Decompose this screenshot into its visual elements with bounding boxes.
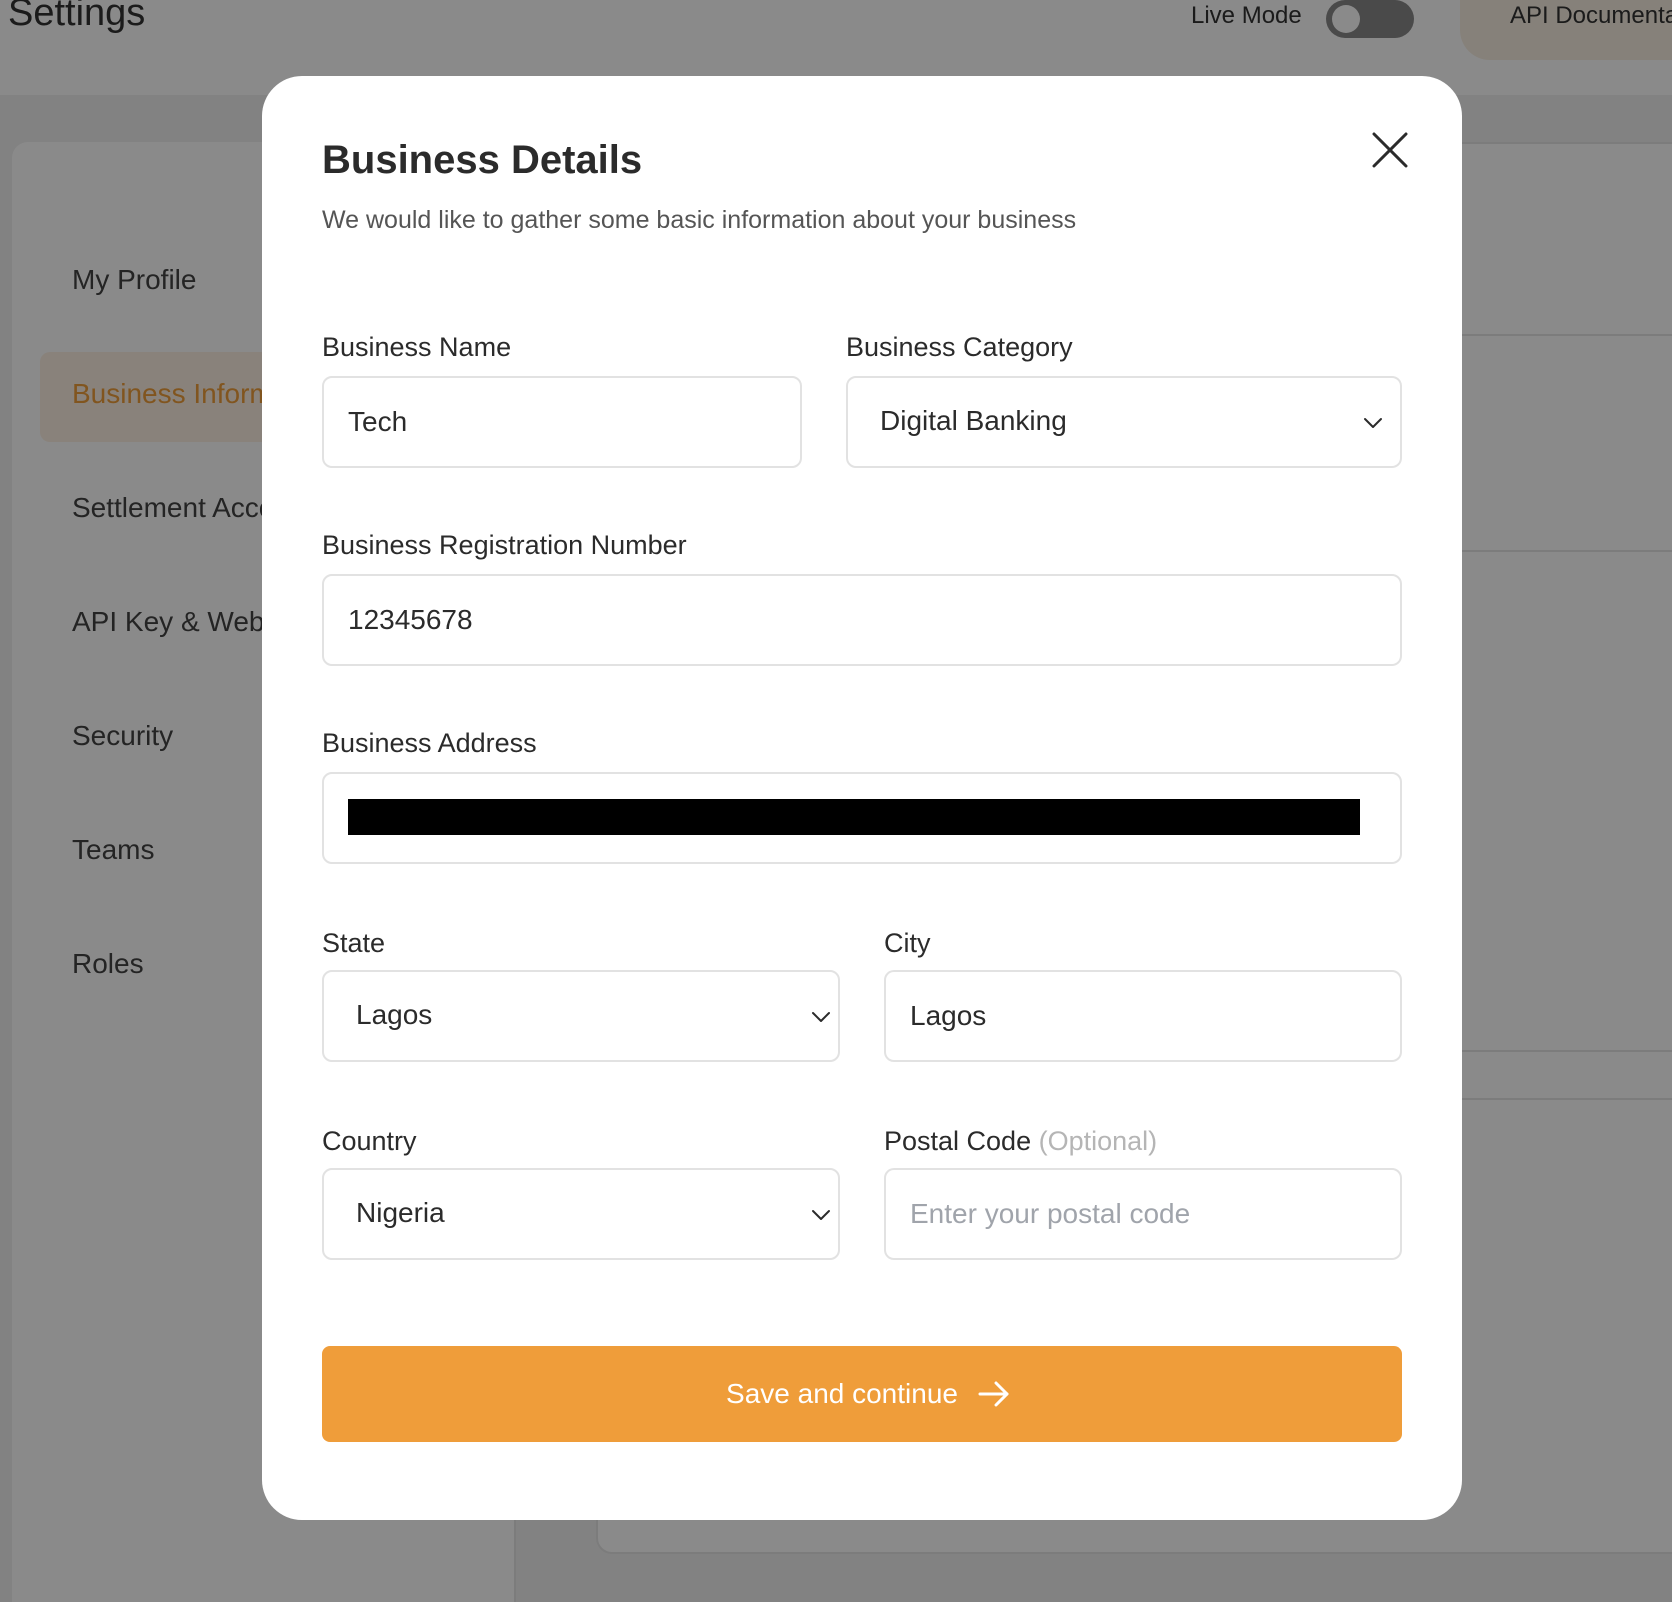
postal-code-label: Postal Code (Optional) <box>884 1126 1157 1157</box>
chevron-down-icon <box>1364 418 1382 428</box>
business-address-field[interactable] <box>322 772 1402 864</box>
business-name-field[interactable] <box>322 376 802 468</box>
registration-number-label: Business Registration Number <box>322 530 687 560</box>
country-value: Nigeria <box>356 1197 445 1228</box>
state-value: Lagos <box>356 999 433 1030</box>
business-name-label: Business Name <box>322 332 512 362</box>
city-label: City <box>884 928 931 958</box>
country-select[interactable]: Nigeria <box>322 1168 840 1260</box>
state-select[interactable]: Lagos <box>322 970 840 1062</box>
save-and-continue-button[interactable]: Save and continue <box>322 1346 1402 1442</box>
close-button[interactable] <box>1370 130 1410 170</box>
arrow-right-icon <box>978 1381 1009 1407</box>
redacted-address-value <box>348 799 1360 835</box>
business-details-modal: Business Details We would like to gather… <box>262 76 1462 1520</box>
business-address-label: Business Address <box>322 728 537 758</box>
postal-code-label-text: Postal Code <box>884 1126 1032 1156</box>
optional-label: (Optional) <box>1038 1126 1158 1156</box>
close-icon <box>1372 132 1408 168</box>
postal-code-field[interactable] <box>884 1168 1402 1260</box>
chevron-down-icon <box>812 1210 830 1220</box>
business-name-input[interactable] <box>348 378 778 466</box>
state-label: State <box>322 928 386 958</box>
business-category-label: Business Category <box>846 332 1073 362</box>
country-label: Country <box>322 1126 417 1156</box>
registration-number-field[interactable] <box>322 574 1402 666</box>
city-field[interactable] <box>884 970 1402 1062</box>
modal-subtitle: We would like to gather some basic infor… <box>322 206 1077 234</box>
save-and-continue-label: Save and continue <box>726 1378 958 1409</box>
city-input[interactable] <box>910 972 1370 1060</box>
modal-title: Business Details <box>322 138 643 182</box>
registration-number-input[interactable] <box>348 576 1368 664</box>
business-category-value: Digital Banking <box>880 405 1067 436</box>
chevron-down-icon <box>812 1012 830 1022</box>
postal-code-input[interactable] <box>910 1170 1370 1258</box>
business-category-select[interactable]: Digital Banking <box>846 376 1402 468</box>
